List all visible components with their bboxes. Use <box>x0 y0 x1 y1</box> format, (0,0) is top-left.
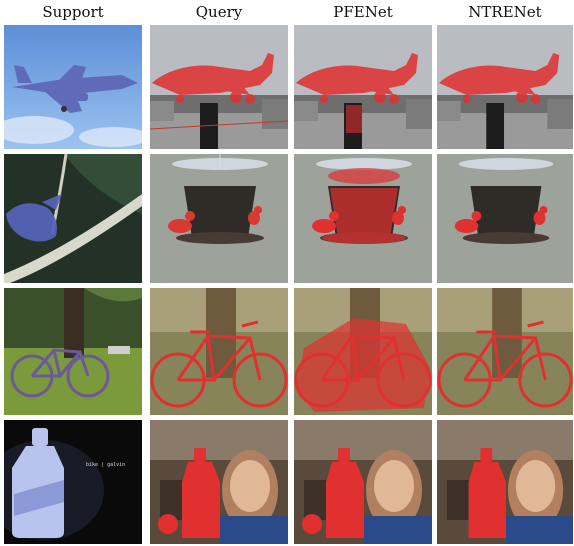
query-image-bird <box>150 154 288 283</box>
pfenet-result-bird <box>294 154 432 283</box>
column-header-support: Support <box>42 3 104 21</box>
column-header-query: Query <box>195 3 243 21</box>
bottle-label-text: bike | galvin <box>86 462 126 468</box>
column-header-pfenet: PFENet <box>333 3 393 21</box>
ntrenet-result-bird <box>437 154 573 283</box>
query-image-airplane <box>150 25 288 149</box>
pfenet-result-bicycle <box>294 288 432 415</box>
support-image-bicycle <box>4 288 142 415</box>
ntrenet-result-airplane <box>437 25 573 149</box>
ntrenet-result-bicycle <box>437 288 573 415</box>
query-image-bicycle <box>150 288 288 415</box>
support-image-bird <box>4 154 142 283</box>
query-image-bottle <box>150 420 288 544</box>
support-image-airplane <box>4 25 142 149</box>
column-header-ntrenet: NTRENet <box>468 3 542 21</box>
ntrenet-result-bottle <box>437 420 573 544</box>
pfenet-result-airplane <box>294 25 432 149</box>
pfenet-result-bottle <box>294 420 432 544</box>
support-image-bottle: bike | galvin <box>4 420 142 544</box>
